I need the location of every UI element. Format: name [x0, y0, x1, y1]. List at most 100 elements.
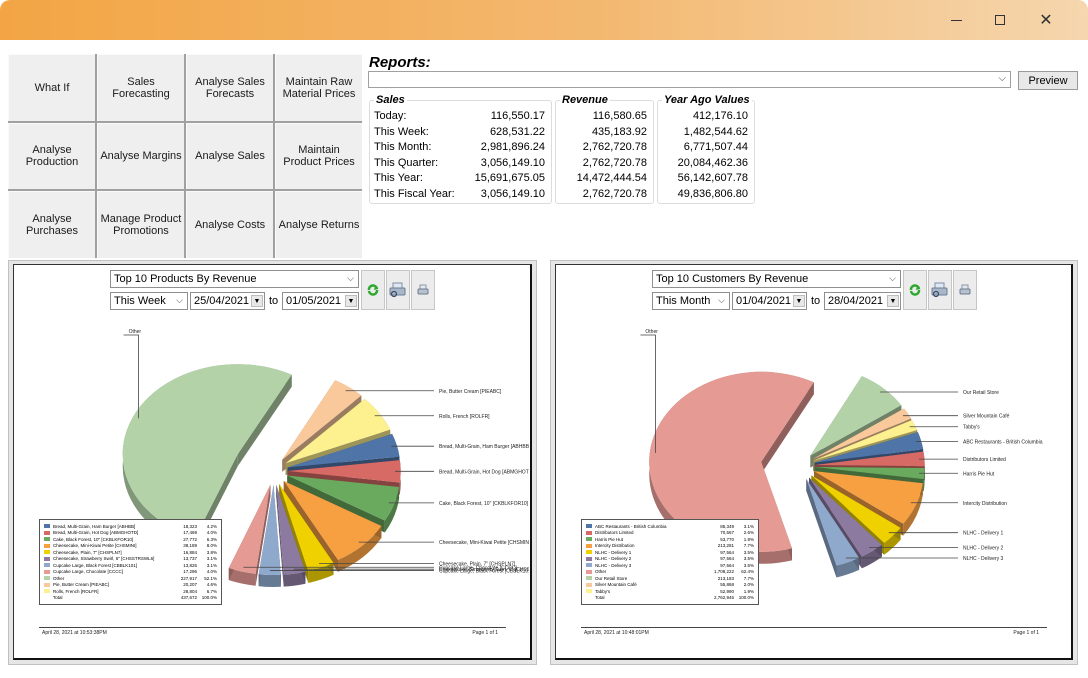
analyse-purchases-button[interactable]: Analyse Purchases — [8, 191, 95, 258]
summary-row: Today: 116,550.17 — [374, 110, 545, 125]
legend-total-label: Total — [595, 595, 605, 601]
footer-page-number: Page 1 of 1 — [472, 630, 498, 636]
analyse-returns-button[interactable]: Analyse Returns — [275, 191, 362, 258]
minimize-icon — [950, 19, 962, 21]
legend-value: 17,469 — [183, 530, 197, 536]
legend-swatch — [44, 569, 50, 574]
legend-total-percent: 100.0% — [201, 595, 217, 601]
legend-swatch — [44, 556, 50, 561]
legend-value: 213,183 — [717, 575, 734, 581]
legend-label: Cake, Black Forest, 10" [CKBLKFOR10] — [53, 536, 134, 542]
callout-label: Cupcake Large, Chocolate [CCCC] — [439, 565, 517, 571]
legend-item: Intercity Distribution 213,281 7.7% — [586, 543, 754, 550]
manage-product-promotions-button[interactable]: Manage Product Promotions — [97, 191, 184, 258]
callout-label: Intercity Distribution — [963, 501, 1007, 507]
legend-item: Cupcake Large, Chocolate [CCCC] 17,296 4.0… — [44, 569, 217, 576]
sales-forecasting-button[interactable]: Sales Forecasting — [97, 54, 184, 121]
legend-label: NLHC - Delivery 1 — [595, 549, 632, 555]
summary-row-value: 14,472,444.54 — [576, 172, 647, 184]
analyse-sales-button[interactable]: Analyse Sales — [186, 122, 273, 190]
legend-label: Rolls, French [ROLFR] — [53, 588, 99, 594]
legend-value: 1,708,222 — [713, 569, 734, 575]
maintain-raw-material-prices-button[interactable]: Maintain Raw Material Prices — [275, 54, 362, 121]
summary-row-value: 2,762,720.78 — [582, 187, 647, 200]
legend-swatch — [44, 524, 50, 529]
legend-label: ABC Restaurants - British Columbia — [595, 523, 667, 529]
legend-swatch — [586, 576, 592, 581]
maximize-button[interactable] — [977, 6, 1023, 34]
legend-percent: 1.9% — [743, 536, 754, 542]
callout-label: Other — [129, 329, 142, 335]
legend-item: Our Retail Store 213,183 7.7% — [586, 575, 754, 582]
summary-row: 435,183.92 — [560, 126, 647, 141]
legend-item: Cake, Black Forest, 10" [CKBLKFOR10] 27,7… — [44, 536, 217, 543]
minimize-button[interactable] — [933, 6, 979, 34]
callout-label: Silver Mountain Café — [963, 414, 1010, 420]
close-button[interactable]: ✕ — [1023, 6, 1069, 34]
legend-label: Harris Pie Hut — [595, 536, 624, 542]
callout-label: Bread, Multi-Grain, Hot Dog [ABMGHOTD] — [439, 469, 529, 475]
summary-row: 6,771,507.44 — [662, 141, 748, 156]
summary-row-label: Today: — [374, 110, 407, 122]
legend-percent: 6.7% — [206, 588, 217, 594]
summary-row: This Quarter: 3,056,149.10 — [374, 157, 545, 172]
analyse-production-button[interactable]: Analyse Production — [8, 122, 95, 190]
legend-label: Cheesecake, Strawberry Swirl, 6" [CHSSTR… — [53, 556, 155, 562]
legend-item: Bread, Multi-Grain, Hot Dog [ABMGHOTD] 17… — [44, 530, 217, 537]
legend-swatch — [586, 589, 592, 594]
what-if-button[interactable]: What If — [8, 54, 95, 121]
summary-row-label: This Quarter: — [374, 156, 439, 169]
legend-total: Total 437,672 100.0% — [44, 595, 217, 602]
legend-swatch — [44, 537, 50, 542]
summary-row-value: 56,142,607.78 — [677, 172, 748, 184]
legend-item: Bread, Multi-Grain, Ham Burger [ABHBB] 18… — [44, 523, 217, 530]
legend-percent: 52.1% — [204, 575, 217, 581]
legend-value: 27,772 — [183, 536, 197, 542]
legend-label: Silver Mountain Café — [595, 582, 637, 588]
legend-value: 55,868 — [720, 582, 734, 588]
legend-swatch — [44, 530, 50, 535]
legend-item: Cheesecake, Plain, 7" [CHSPLN7] 16,884 3.8… — [44, 549, 217, 556]
maintain-product-prices-button[interactable]: Maintain Product Prices — [275, 122, 362, 190]
callout-label: Bread, Multi-Grain, Ham Burger [ABHBB] — [439, 444, 529, 450]
legend-swatch — [586, 530, 592, 535]
legend-swatch — [586, 569, 592, 574]
callout-label: Cake, Black Forest, 10" [CKBLKFOR10] — [439, 501, 529, 507]
legend-item: Harris Pie Hut 53,770 1.9% — [586, 536, 754, 543]
legend-percent: 1.9% — [743, 588, 754, 594]
legend-label: Cupcake Large, Chocolate [CCCC] — [53, 569, 124, 575]
callout-label: Other — [645, 329, 658, 335]
summary-row: 412,176.10 — [662, 110, 748, 125]
summary-row-value: 1,482,544.62 — [683, 125, 748, 138]
callout-label: Harris Pie Hut — [963, 471, 995, 477]
preview-button[interactable]: Preview — [1018, 71, 1078, 90]
legend-item: Pie, Butter Cream [PIEABC] 20,207 4.6% — [44, 582, 217, 589]
legend-item: NLHC - Delivery 3 97,564 3.5% — [586, 562, 754, 569]
analyse-costs-button[interactable]: Analyse Costs — [186, 191, 273, 258]
summary-row: 56,142,607.78 — [662, 172, 748, 187]
revenue-header: Revenue — [560, 94, 610, 106]
analyse-margins-button[interactable]: Analyse Margins — [97, 122, 184, 190]
summary-row-value: 116,550.17 — [490, 110, 545, 122]
callout-label: NLHC - Delivery 1 — [963, 531, 1004, 537]
reports-select[interactable]: ⌵ — [368, 71, 1011, 88]
legend-swatch — [586, 537, 592, 542]
maximize-icon — [995, 15, 1005, 25]
analyse-sales-forecasts-button[interactable]: Analyse Sales Forecasts — [186, 54, 273, 121]
summary-row: 14,472,444.54 — [560, 172, 647, 187]
legend-percent: 3.1% — [206, 562, 217, 568]
legend-label: NLHC - Delivery 2 — [595, 556, 632, 562]
footer-divider — [581, 627, 1047, 628]
summary-row-value: 412,176.10 — [692, 110, 748, 122]
legend-value: 13,826 — [183, 562, 197, 568]
summary-row: This Fiscal Year: 3,056,149.10 — [374, 188, 545, 203]
legend-item: Silver Mountain Café 55,868 2.0% — [586, 582, 754, 589]
legend-label: Other — [595, 569, 607, 575]
legend-label: Bread, Multi-Grain, Hot Dog [ABMGHOTD] — [53, 530, 139, 536]
summary-row: 2,762,720.78 — [560, 188, 647, 203]
summary-row: 20,084,462.36 — [662, 157, 748, 172]
pie-slice-side — [258, 574, 281, 587]
summary-row: This Week: 628,531.22 — [374, 126, 545, 141]
reports-title: Reports: — [369, 54, 431, 71]
summary-row-label: This Fiscal Year: — [374, 187, 455, 200]
